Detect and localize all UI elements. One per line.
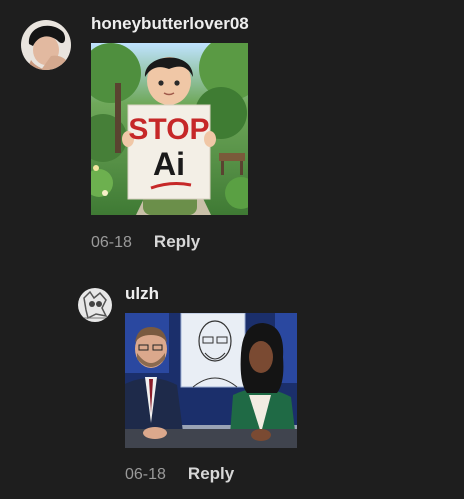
comment-item: honeybutterlover08 STOP Ai 06-18 Reply (0, 0, 464, 260)
comment-image[interactable] (125, 313, 297, 448)
comment-username[interactable]: ulzh (125, 284, 159, 304)
comment-date: 06-18 (125, 466, 166, 483)
sign-text-ai: Ai (153, 146, 185, 182)
avatar[interactable] (78, 288, 112, 322)
reply-button[interactable]: Reply (154, 232, 200, 252)
comment-image[interactable]: STOP Ai (91, 43, 248, 215)
comment-meta: 06-18 Reply (91, 232, 200, 252)
reply-button[interactable]: Reply (188, 464, 234, 484)
sign-text-stop: STOP (128, 113, 209, 146)
comment-item: ulzh 06-18 Reply (0, 280, 464, 499)
comment-meta: 06-18 Reply (125, 464, 234, 484)
comment-date: 06-18 (91, 234, 132, 251)
comment-username[interactable]: honeybutterlover08 (91, 14, 249, 34)
avatar[interactable] (21, 20, 71, 70)
